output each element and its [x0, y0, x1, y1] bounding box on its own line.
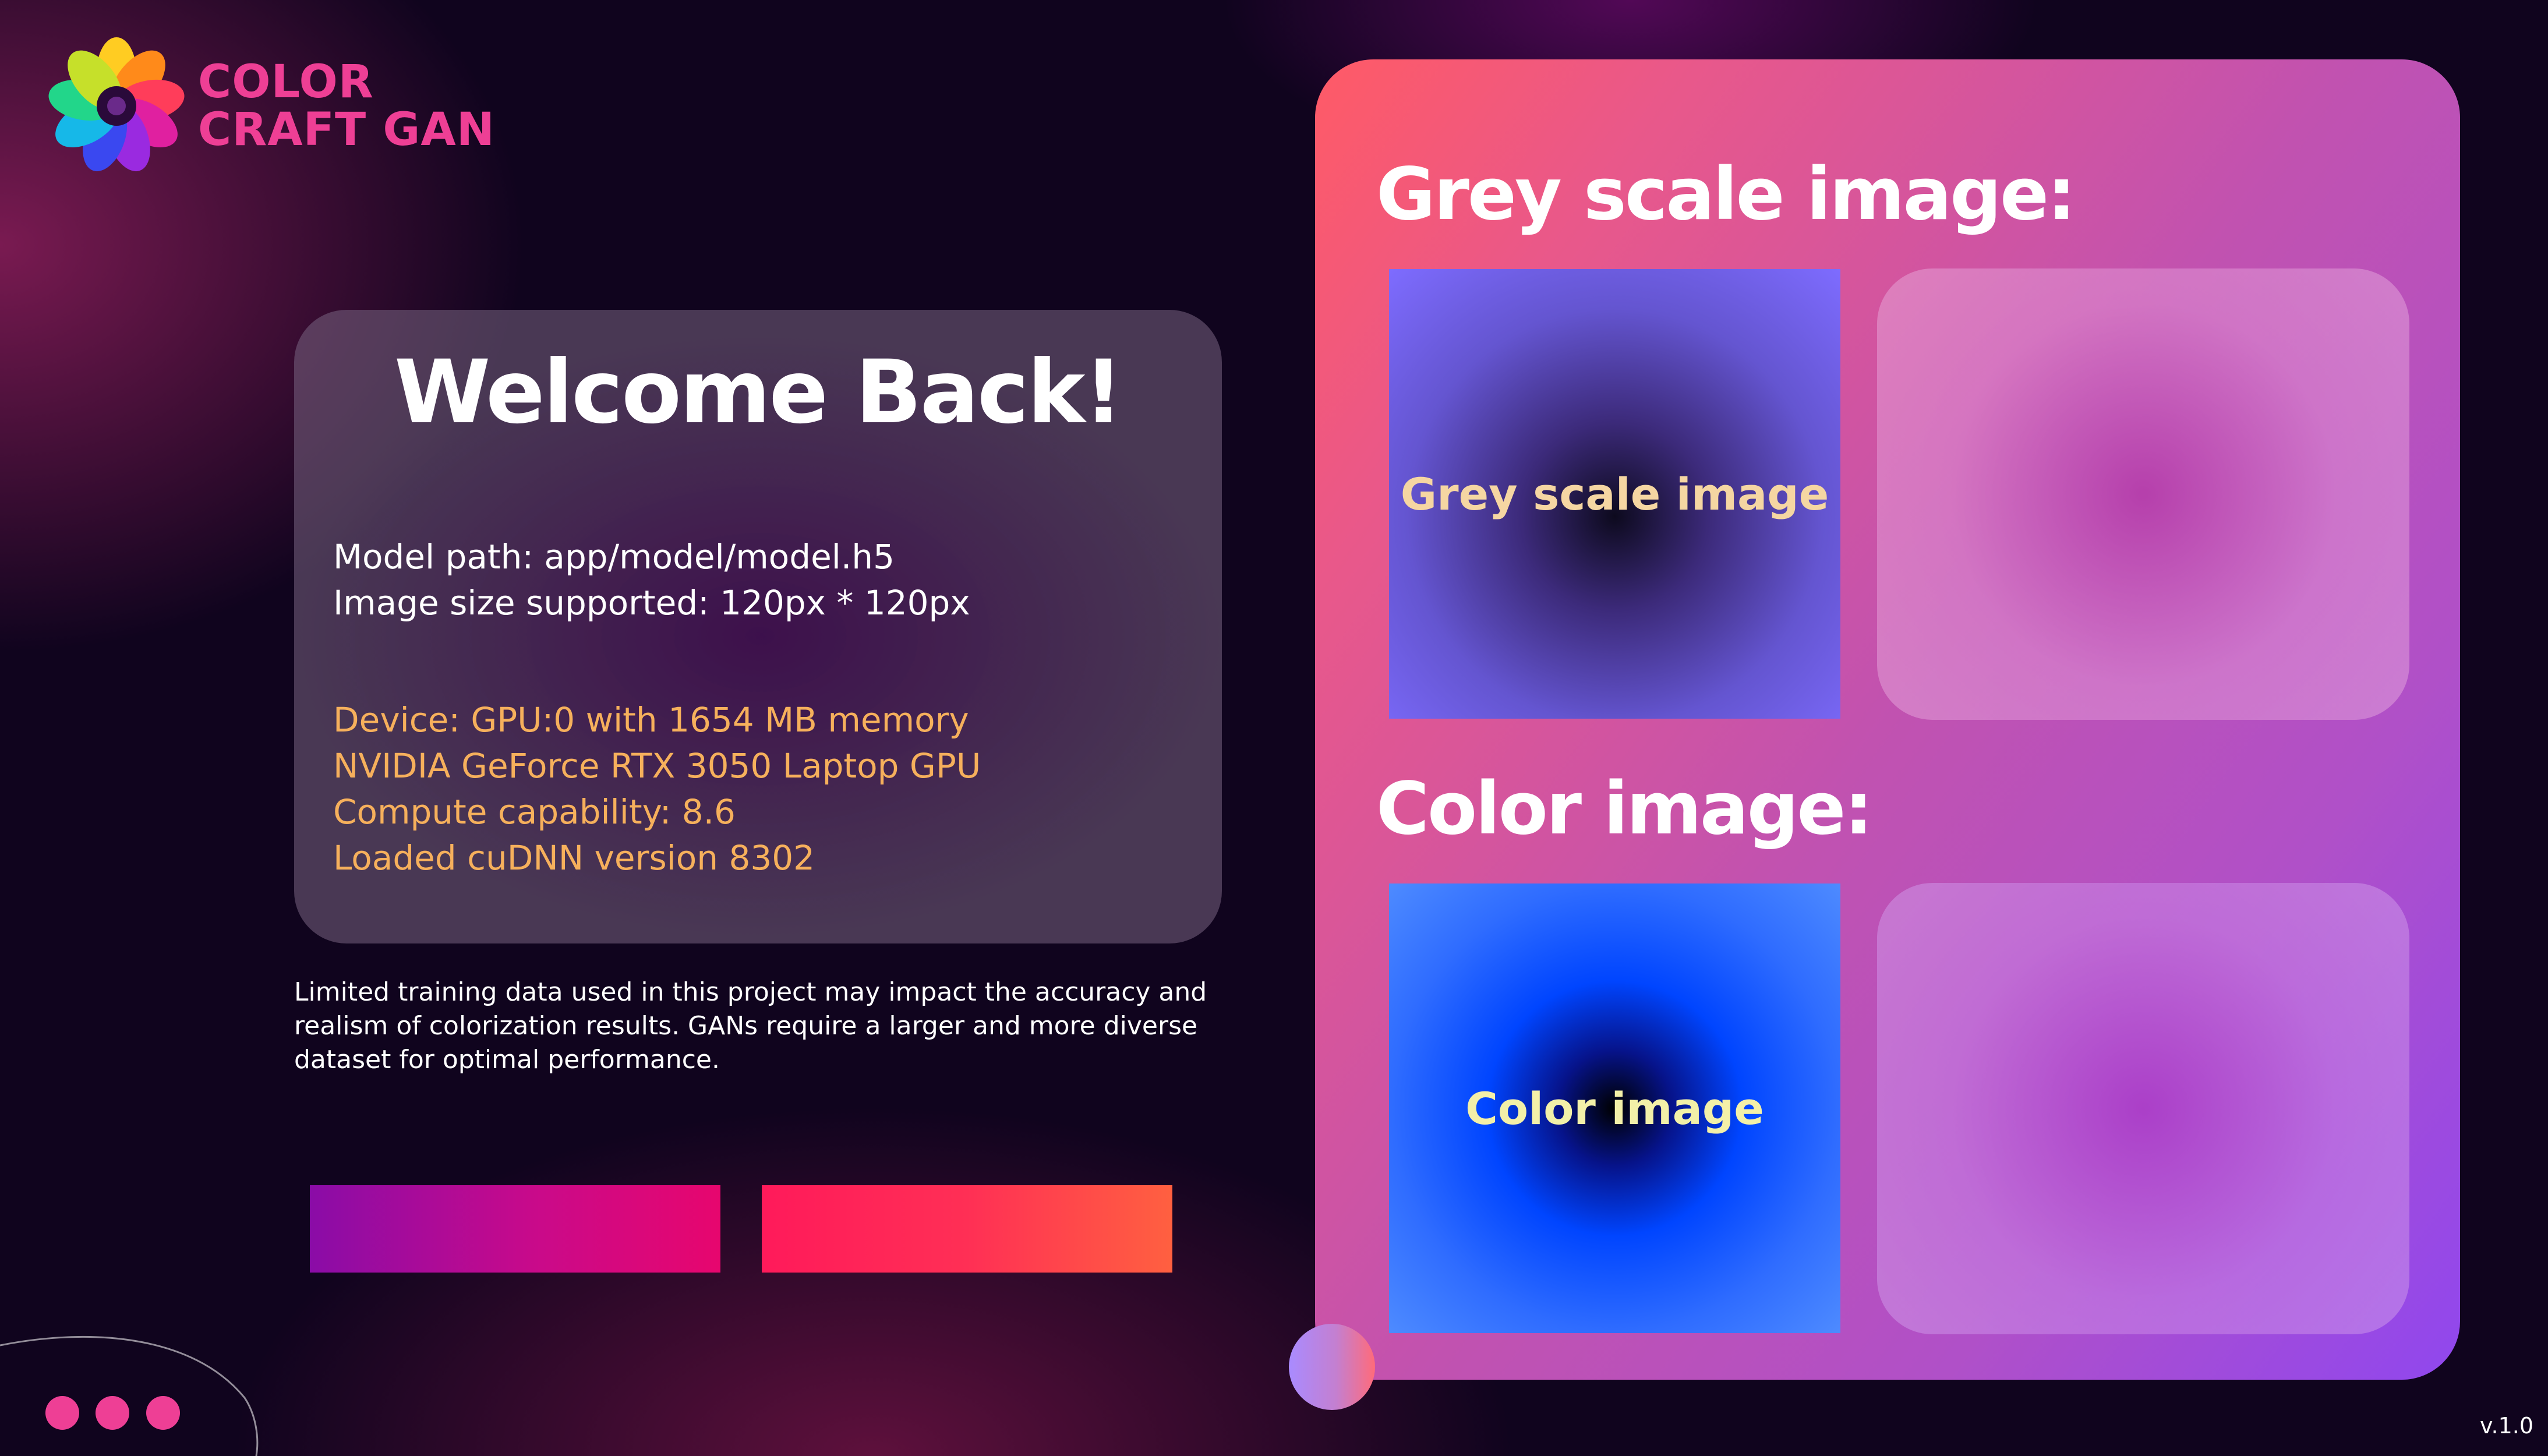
- disclaimer-text: Limited training data used in this proje…: [294, 976, 1226, 1077]
- color-image-label: Color image: [1465, 1082, 1764, 1135]
- colorize-button[interactable]: [762, 1185, 1172, 1273]
- pager-dot-icon[interactable]: [146, 1396, 180, 1430]
- model-info: Model path: app/model/model.h5 Image siz…: [333, 534, 970, 626]
- grey-image-label: Grey scale image: [1400, 468, 1829, 520]
- image-panel: Grey scale image: Grey scale image Color…: [1315, 59, 2460, 1380]
- pager-dot-icon[interactable]: [96, 1396, 129, 1430]
- decorative-curve: [0, 1335, 259, 1456]
- compute-capability-text: Compute capability: 8.6: [333, 792, 736, 832]
- disclaimer-line: dataset for optimal performance.: [294, 1045, 720, 1075]
- logo-line1: COLOR: [198, 56, 374, 108]
- welcome-card: Welcome Back! Model path: app/model/mode…: [294, 310, 1222, 943]
- app-logo: COLOR CRAFT GAN: [47, 36, 495, 176]
- color-image-preview: Color image: [1389, 884, 1840, 1333]
- device-info: Device: GPU:0 with 1654 MB memory NVIDIA…: [333, 697, 981, 881]
- image-size-text: Image size supported: 120px * 120px: [333, 583, 970, 623]
- grey-image-dropzone[interactable]: [1877, 268, 2409, 720]
- disclaimer-line: Limited training data used in this proje…: [294, 977, 1207, 1007]
- logo-wordmark: COLOR CRAFT GAN: [198, 58, 495, 154]
- grey-image-preview: Grey scale image: [1389, 269, 1840, 719]
- color-heading: Color image:: [1376, 767, 1873, 851]
- gpu-name-text: NVIDIA GeForce RTX 3050 Laptop GPU: [333, 746, 981, 786]
- logo-swirl-icon: [47, 36, 186, 176]
- decorative-orb: [1289, 1324, 1375, 1410]
- color-image-dropzone[interactable]: [1877, 883, 2409, 1334]
- device-text: Device: GPU:0 with 1654 MB memory: [333, 700, 969, 740]
- upload-button[interactable]: [310, 1185, 720, 1273]
- cudnn-version-text: Loaded cuDNN version 8302: [333, 838, 815, 878]
- grey-heading: Grey scale image:: [1376, 153, 2076, 236]
- model-path-text: Model path: app/model/model.h5: [333, 537, 895, 577]
- disclaimer-line: realism of colorization results. GANs re…: [294, 1011, 1198, 1041]
- pager-dot-icon[interactable]: [45, 1396, 79, 1430]
- logo-line2: CRAFT GAN: [198, 104, 495, 156]
- welcome-title: Welcome Back!: [394, 342, 1123, 443]
- version-label: v.1.0: [2480, 1413, 2534, 1439]
